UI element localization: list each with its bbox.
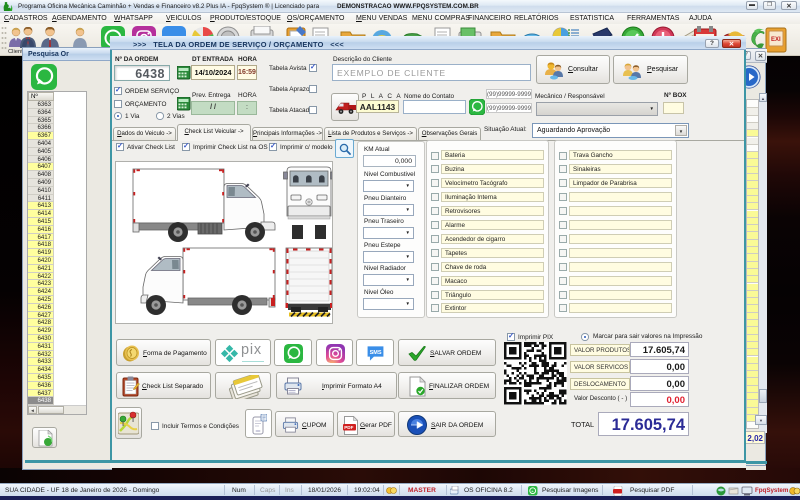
- svg-text:EXI: EXI: [771, 37, 781, 43]
- svg-text:SMS: SMS: [370, 350, 382, 356]
- svg-text:PDF: PDF: [344, 425, 353, 430]
